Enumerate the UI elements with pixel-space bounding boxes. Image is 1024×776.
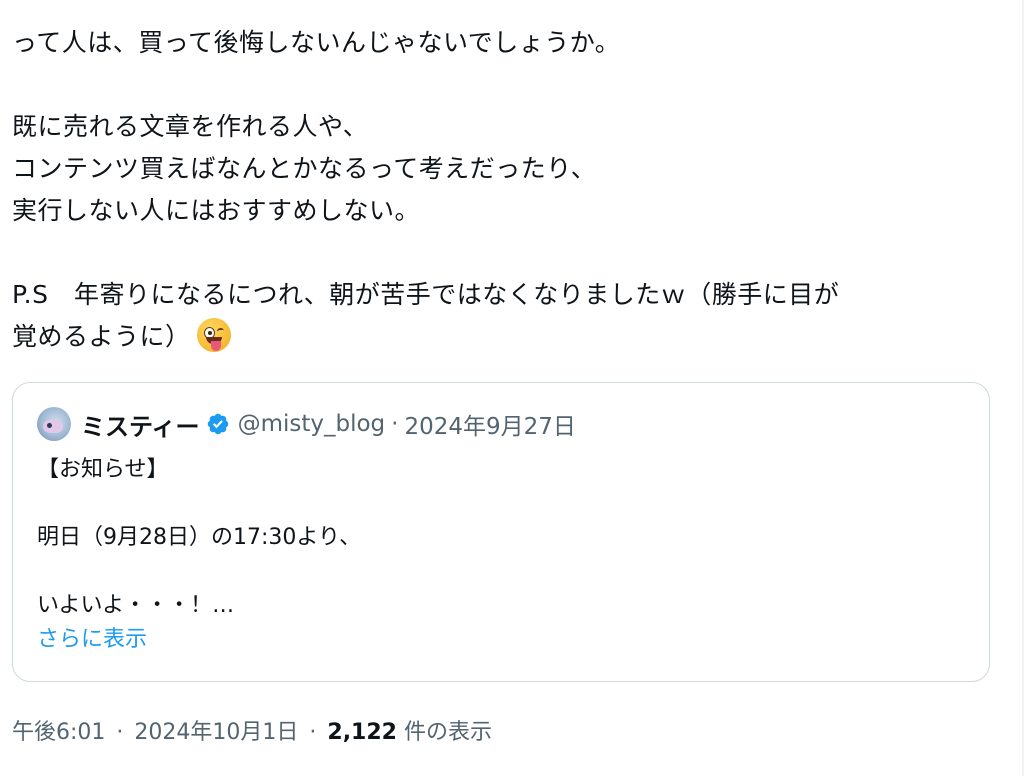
author-name[interactable]: ミスティー xyxy=(81,407,200,442)
quote-date[interactable]: 2024年9月27日 xyxy=(404,407,575,441)
separator-dot: · xyxy=(309,720,317,745)
avatar[interactable] xyxy=(37,407,71,441)
author-handle[interactable]: @misty_blog xyxy=(238,411,386,437)
quote-header: ミスティー @misty_blog · 2024年9月27日 xyxy=(37,407,576,442)
separator-dot: · xyxy=(116,720,124,745)
zany-face-emoji-icon xyxy=(196,318,231,352)
tweet-line-last: 覚めるように） xyxy=(12,316,1002,358)
tweet-line: 実行しない人にはおすすめしない。 xyxy=(12,196,421,225)
tweet-line: って人は、買って後悔しないんじゃないでしょうか。 xyxy=(12,28,621,57)
tweet-line-text: 覚めるように） xyxy=(12,322,191,351)
tweet-line: コンテンツ買えばなんとかなるって考えだったり、 xyxy=(12,154,597,183)
verified-badge-icon xyxy=(207,413,228,435)
separator-dot: · xyxy=(391,411,399,437)
quote-line: 明日（9月28日）の17:30より、 xyxy=(37,525,362,550)
quote-line: 【お知らせ】 xyxy=(37,457,169,482)
tweet-line: P.S 年寄りになるにつれ、朝が苦手ではなくなりましたｗ（勝手に目が xyxy=(12,280,840,309)
quote-line: いよいよ・・・！… xyxy=(37,593,235,618)
tweet-meta: 午後6:01 · 2024年10月1日 · 2,122 件の表示 xyxy=(12,714,492,746)
tweet-text: って人は、買って後悔しないんじゃないでしょうか。 既に売れる文章を作れる人や、 … xyxy=(12,22,1002,358)
tweet-time[interactable]: 午後6:01 xyxy=(12,720,105,745)
tweet-line: 既に売れる文章を作れる人や、 xyxy=(12,112,369,141)
quoted-tweet-card[interactable]: ミスティー @misty_blog · 2024年9月27日 【お知らせ】 明日… xyxy=(12,382,990,682)
quote-body: 【お知らせ】 明日（9月28日）の17:30より、 いよいよ・・・！… さらに表… xyxy=(37,453,967,657)
views-label: 件の表示 xyxy=(403,720,492,745)
show-more-link[interactable]: さらに表示 xyxy=(37,623,967,657)
views-count[interactable]: 2,122 xyxy=(327,720,397,745)
tweet-date[interactable]: 2024年10月1日 xyxy=(134,720,298,745)
